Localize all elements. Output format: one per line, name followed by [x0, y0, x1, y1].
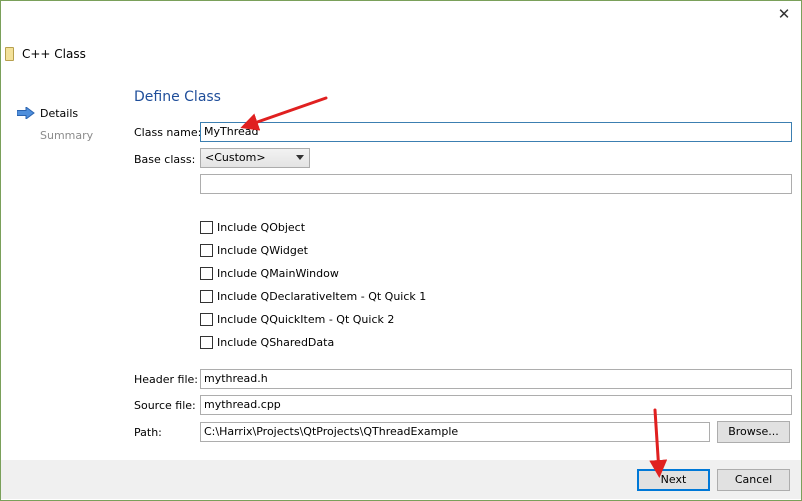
- checkbox-label: Include QMainWindow: [217, 267, 339, 280]
- source-file-input[interactable]: mythread.cpp: [200, 395, 792, 415]
- checkbox-label: Include QDeclarativeItem - Qt Quick 1: [217, 290, 427, 303]
- browse-button[interactable]: Browse...: [717, 421, 790, 443]
- checkbox-label: Include QSharedData: [217, 336, 335, 349]
- page-title: Define Class: [134, 89, 221, 105]
- checkbox-box[interactable]: [200, 290, 213, 303]
- close-icon[interactable]: ✕: [776, 6, 792, 22]
- checkbox-label: Include QQuickItem - Qt Quick 2: [217, 313, 395, 326]
- chevron-down-icon: [296, 155, 304, 160]
- header-file-input[interactable]: mythread.h: [200, 369, 792, 389]
- cancel-button[interactable]: Cancel: [717, 469, 790, 491]
- checkbox-box[interactable]: [200, 313, 213, 326]
- class-name-input[interactable]: MyThread: [200, 122, 792, 142]
- file-icon: [5, 47, 14, 61]
- path-label: Path:: [134, 426, 162, 439]
- base-class-selected: <Custom>: [205, 151, 266, 164]
- nav-item-details: Details: [40, 107, 79, 120]
- checkbox-label: Include QWidget: [217, 244, 308, 257]
- path-input[interactable]: C:\Harrix\Projects\QtProjects\QThreadExa…: [200, 422, 710, 442]
- arrow-right-icon: [17, 107, 35, 119]
- nav-item-summary: Summary: [40, 129, 94, 142]
- checkbox-box[interactable]: [200, 244, 213, 257]
- checkbox-box[interactable]: [200, 267, 213, 280]
- dialog-title: C++ Class: [22, 47, 86, 61]
- source-file-label: Source file:: [134, 399, 196, 412]
- checkbox-label: Include QObject: [217, 221, 306, 234]
- checkbox-box[interactable]: [200, 336, 213, 349]
- class-name-label: Class name:: [134, 126, 202, 139]
- base-class-select[interactable]: <Custom>: [200, 148, 310, 168]
- checkbox-box[interactable]: [200, 221, 213, 234]
- next-button[interactable]: Next: [637, 469, 710, 491]
- header-file-label: Header file:: [134, 373, 199, 386]
- custom-base-class-input[interactable]: [200, 174, 792, 194]
- base-class-label: Base class:: [134, 153, 196, 166]
